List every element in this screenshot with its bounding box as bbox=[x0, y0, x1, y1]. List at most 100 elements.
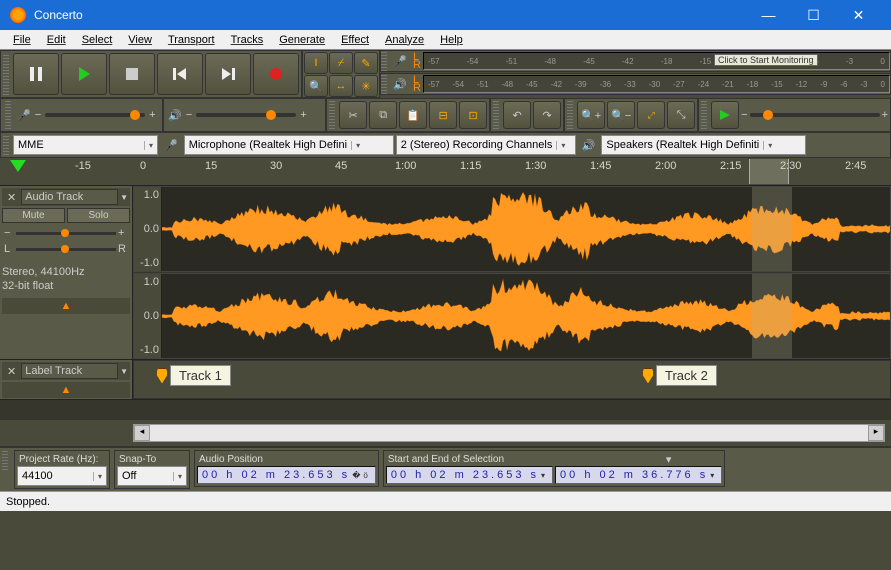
toolbar-grip[interactable] bbox=[381, 74, 387, 94]
toolbar-grip[interactable] bbox=[3, 135, 9, 155]
track-close-button[interactable]: ✕ bbox=[4, 365, 19, 378]
timeline-ruler[interactable]: -1501530451:001:151:301:452:002:152:302:… bbox=[0, 158, 891, 186]
record-meter-scale[interactable]: -57-54-51-48-45-42 Click to Start Monito… bbox=[423, 52, 890, 70]
selection-region[interactable] bbox=[752, 274, 792, 358]
copy-button[interactable]: ⧉ bbox=[369, 101, 397, 129]
timeshift-tool-icon[interactable]: ↔ bbox=[329, 75, 353, 97]
silence-button[interactable]: ⊡ bbox=[459, 101, 487, 129]
snap-to-combo[interactable]: Off▾ bbox=[117, 466, 187, 486]
maximize-button[interactable]: ☐ bbox=[791, 0, 836, 30]
pause-button[interactable] bbox=[13, 53, 59, 95]
playback-meter[interactable]: 🔊 LR -57-54-51-48-45-42-39-36-33-30-27-2… bbox=[380, 73, 891, 95]
stop-button[interactable] bbox=[109, 53, 155, 95]
pan-slider[interactable]: LR bbox=[4, 243, 128, 255]
timeline-tick: -15 bbox=[75, 160, 91, 172]
toolbar-grip[interactable] bbox=[3, 53, 9, 95]
toolbar-grip[interactable] bbox=[329, 101, 335, 129]
trim-button[interactable]: ⊟ bbox=[429, 101, 457, 129]
input-device-combo[interactable]: Microphone (Realtek High Defini▾ bbox=[184, 135, 394, 155]
menu-transport[interactable]: Transport bbox=[160, 32, 223, 48]
title-bar: Concerto — ☐ ✕ bbox=[0, 0, 891, 30]
label-pin-icon[interactable] bbox=[156, 368, 168, 384]
zoom-in-button[interactable]: 🔍+ bbox=[577, 101, 605, 129]
menu-edit[interactable]: Edit bbox=[39, 32, 74, 48]
solo-button[interactable]: Solo bbox=[67, 208, 130, 223]
audio-position-field[interactable]: 00 h 02 m 23.653 s�ö bbox=[197, 466, 376, 484]
track-name[interactable]: Audio Track bbox=[21, 189, 118, 205]
skip-start-button[interactable] bbox=[157, 53, 203, 95]
selection-mode-button[interactable]: ▾ bbox=[666, 453, 672, 466]
mute-button[interactable]: Mute bbox=[2, 208, 65, 223]
speed-slider[interactable] bbox=[750, 113, 880, 117]
label-marker[interactable]: Track 2 bbox=[642, 365, 717, 386]
minimize-button[interactable]: — bbox=[746, 0, 791, 30]
waveform-right[interactable]: 1.00.0-1.0 bbox=[133, 273, 891, 359]
toolbar-grip[interactable] bbox=[493, 101, 499, 129]
playback-volume-slider[interactable]: 🔊 − + bbox=[163, 98, 326, 132]
skip-end-button[interactable] bbox=[205, 53, 251, 95]
toolbar-grip[interactable] bbox=[2, 450, 8, 470]
record-volume-slider[interactable]: 🎤 − + bbox=[0, 98, 163, 132]
track-close-button[interactable]: ✕ bbox=[4, 191, 19, 204]
paste-button[interactable]: 📋 bbox=[399, 101, 427, 129]
play-at-speed-button[interactable] bbox=[711, 101, 739, 129]
zoom-out-button[interactable]: 🔍− bbox=[607, 101, 635, 129]
playback-meter-scale[interactable]: -57-54-51-48-45-42-39-36-33-30-27-24-21-… bbox=[423, 75, 890, 93]
track-collapse-button[interactable]: ▲ bbox=[2, 382, 130, 398]
monitor-hint[interactable]: Click to Start Monitoring bbox=[714, 54, 818, 66]
selection-start-field[interactable]: 00 h 02 m 23.653 s▾ bbox=[386, 466, 553, 484]
redo-button[interactable]: ↷ bbox=[533, 101, 561, 129]
menu-effect[interactable]: Effect bbox=[333, 32, 377, 48]
project-rate-combo[interactable]: 44100▾ bbox=[17, 466, 107, 486]
play-button[interactable] bbox=[61, 53, 107, 95]
device-toolbar: MME▾ 🎤 Microphone (Realtek High Defini▾ … bbox=[0, 132, 891, 158]
audio-host-combo[interactable]: MME▾ bbox=[13, 135, 158, 155]
close-button[interactable]: ✕ bbox=[836, 0, 881, 30]
menu-generate[interactable]: Generate bbox=[271, 32, 333, 48]
track-collapse-button[interactable]: ▲ bbox=[2, 298, 130, 314]
track-name[interactable]: Label Track bbox=[21, 363, 118, 379]
label-text[interactable]: Track 2 bbox=[656, 365, 717, 386]
label-area[interactable]: Track 1 Track 2 bbox=[133, 360, 891, 399]
label-pin-icon[interactable] bbox=[642, 368, 654, 384]
menu-file[interactable]: File bbox=[5, 32, 39, 48]
track-menu-button[interactable]: ▼ bbox=[120, 367, 128, 376]
cut-button[interactable]: ✂ bbox=[339, 101, 367, 129]
toolbar-grip[interactable] bbox=[567, 101, 573, 129]
record-meter[interactable]: 🎤 LR -57-54-51-48-45-42 Click to Start M… bbox=[380, 50, 891, 72]
fit-selection-button[interactable]: ⤢ bbox=[637, 101, 665, 129]
speaker-icon: 🔊 bbox=[578, 139, 600, 152]
menu-analyze[interactable]: Analyze bbox=[377, 32, 432, 48]
menu-tracks[interactable]: Tracks bbox=[223, 32, 272, 48]
menu-help[interactable]: Help bbox=[432, 32, 471, 48]
meter-lr-label: LR bbox=[411, 53, 423, 69]
toolbar-grip[interactable] bbox=[381, 51, 387, 71]
scroll-left-button[interactable]: ◂ bbox=[134, 425, 150, 441]
track-menu-button[interactable]: ▼ bbox=[120, 193, 128, 202]
zoom-tool-icon[interactable]: 🔍 bbox=[304, 75, 328, 97]
draw-tool-icon[interactable]: ✎ bbox=[354, 52, 378, 74]
label-marker[interactable]: Track 1 bbox=[156, 365, 231, 386]
fit-project-button[interactable]: ⤡ bbox=[667, 101, 695, 129]
waveform-left[interactable]: 1.00.0-1.0 bbox=[133, 186, 891, 272]
toolbar-grip[interactable] bbox=[5, 101, 11, 129]
multi-tool-icon[interactable]: ✳ bbox=[354, 75, 378, 97]
menu-select[interactable]: Select bbox=[74, 32, 121, 48]
selection-region[interactable] bbox=[752, 187, 792, 271]
record-button[interactable] bbox=[253, 53, 299, 95]
menu-bar: File Edit Select View Transport Tracks G… bbox=[0, 30, 891, 50]
playhead-icon[interactable] bbox=[10, 160, 26, 172]
output-device-combo[interactable]: Speakers (Realtek High Definiti▾ bbox=[601, 135, 806, 155]
horizontal-scrollbar[interactable]: ◂ ▸ bbox=[133, 424, 885, 442]
selection-tool-icon[interactable]: I bbox=[304, 52, 328, 74]
menu-view[interactable]: View bbox=[120, 32, 160, 48]
channels-combo[interactable]: 2 (Stereo) Recording Channels▾ bbox=[396, 135, 576, 155]
toolbar-grip[interactable] bbox=[701, 101, 707, 129]
gain-slider[interactable]: −+ bbox=[4, 227, 128, 239]
scroll-right-button[interactable]: ▸ bbox=[868, 425, 884, 441]
undo-button[interactable]: ↶ bbox=[503, 101, 531, 129]
selection-end-field[interactable]: 00 h 02 m 36.776 s▾ bbox=[555, 466, 722, 484]
label-text[interactable]: Track 1 bbox=[170, 365, 231, 386]
envelope-tool-icon[interactable]: ⌿ bbox=[329, 52, 353, 74]
waveform-area[interactable]: 1.00.0-1.0 1.00.0-1.0 bbox=[133, 186, 891, 359]
